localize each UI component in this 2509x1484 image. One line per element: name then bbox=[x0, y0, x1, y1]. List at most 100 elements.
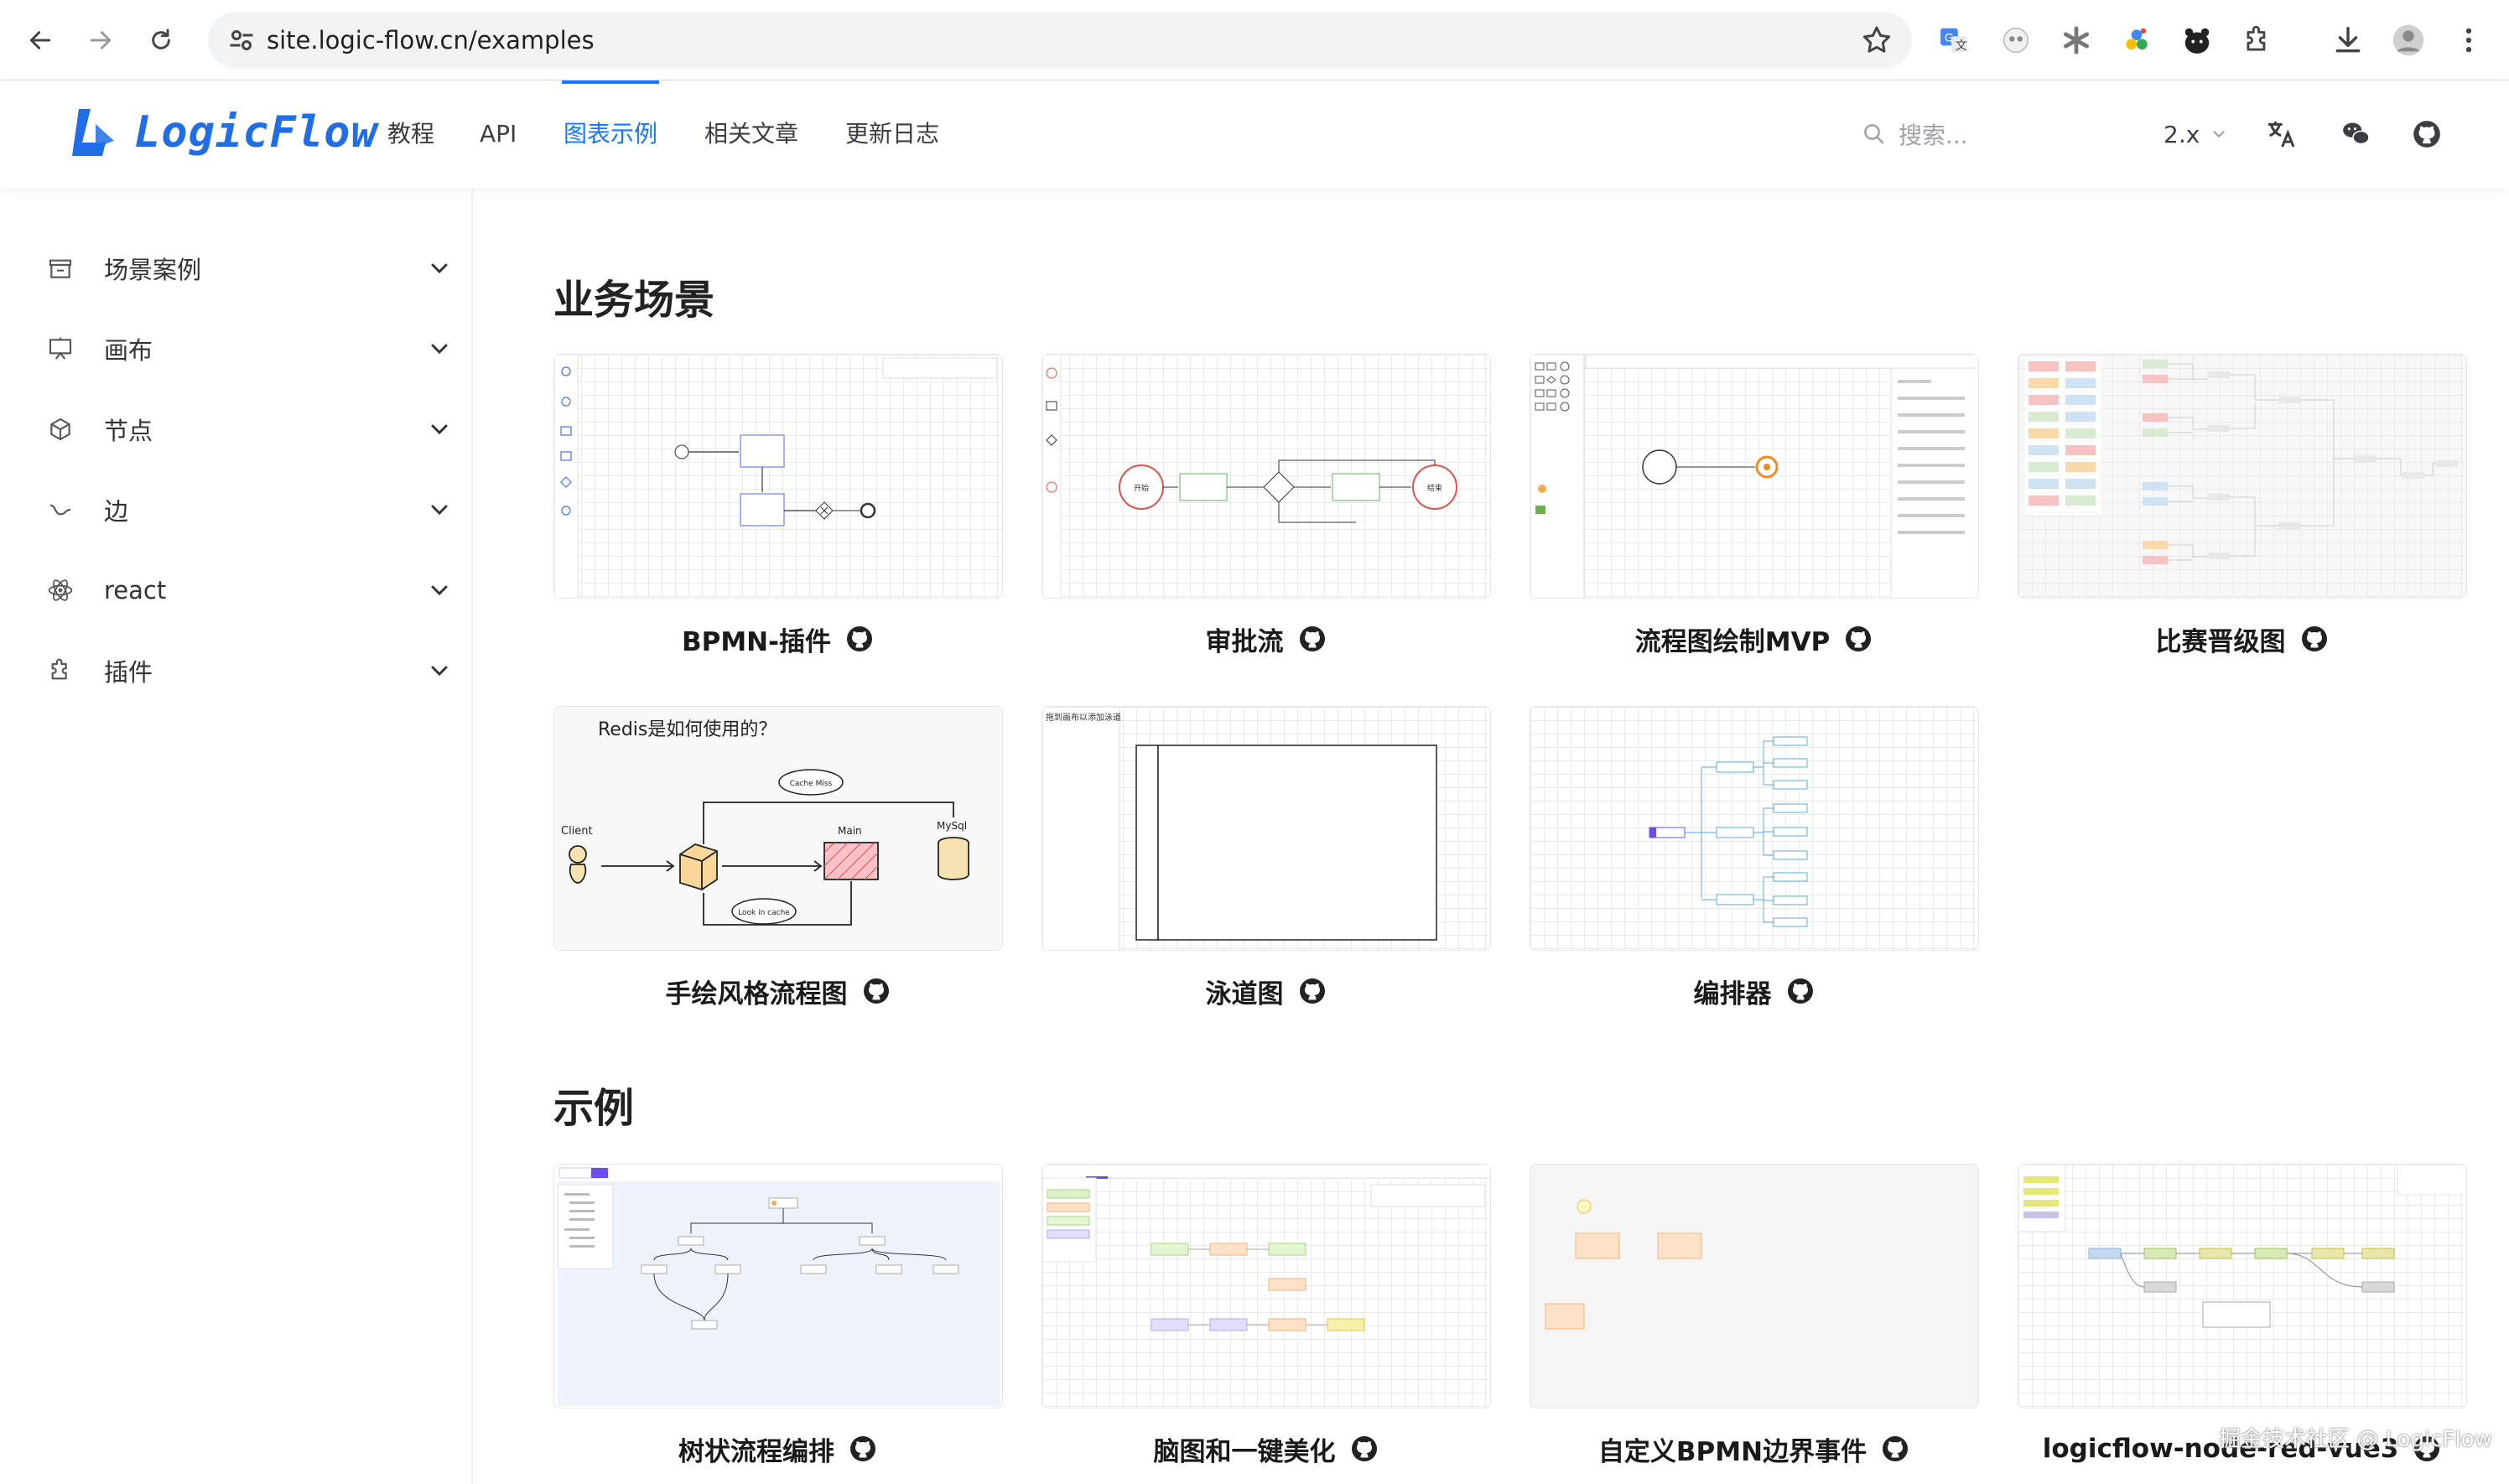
browser-menu-icon[interactable] bbox=[2449, 20, 2489, 60]
asterisk-extension-icon[interactable] bbox=[2056, 20, 2096, 60]
card-thumbnail[interactable] bbox=[2018, 354, 2467, 599]
panda-extension-icon[interactable] bbox=[1996, 20, 2036, 60]
github-icon[interactable] bbox=[848, 1434, 878, 1464]
address-bar[interactable]: site.logic-flow.cn/examples bbox=[208, 12, 1912, 69]
sidebar-item-plugins[interactable]: 插件 bbox=[42, 646, 453, 696]
mindmap-preview bbox=[1042, 1165, 1490, 1331]
card-caption[interactable]: 树状流程编排 bbox=[553, 1430, 1003, 1467]
nav-changelog[interactable]: 更新日志 bbox=[845, 80, 939, 188]
handdrawn-look-in-cache: Look in cache bbox=[738, 909, 790, 917]
card-thumbnail[interactable]: Redis是如何使用的？ Client Main MySql Cache Mis… bbox=[553, 706, 1003, 951]
search-placeholder: 搜索... bbox=[1899, 122, 1968, 149]
card-caption[interactable]: 比赛晋级图 bbox=[2018, 620, 2467, 657]
github-icon[interactable] bbox=[844, 624, 875, 654]
sidebar-item-canvas[interactable]: 画布 bbox=[42, 324, 453, 374]
forward-button[interactable] bbox=[75, 15, 126, 65]
example-card-approval[interactable]: 开始 结束 审批流 bbox=[1042, 354, 1491, 657]
github-icon[interactable] bbox=[1880, 1434, 1910, 1464]
card-thumbnail[interactable] bbox=[1530, 706, 1979, 951]
github-icon[interactable] bbox=[2407, 114, 2447, 154]
sidebar-item-edges[interactable]: 边 bbox=[42, 485, 453, 535]
reload-button[interactable] bbox=[136, 15, 186, 65]
translate-extension-icon[interactable]: G文 bbox=[1934, 20, 1974, 60]
approval-preview: 开始 结束 bbox=[1042, 355, 1457, 598]
card-caption[interactable]: 流程图绘制MVP bbox=[1530, 620, 1979, 657]
github-icon[interactable] bbox=[2299, 624, 2330, 654]
approval-end-label: 结束 bbox=[1427, 483, 1442, 493]
bookmark-star-icon[interactable] bbox=[1860, 23, 1893, 57]
card-thumbnail[interactable] bbox=[2018, 1164, 2467, 1409]
card-caption[interactable]: 审批流 bbox=[1042, 620, 1491, 657]
github-icon[interactable] bbox=[861, 976, 891, 1006]
card-title: 审批流 bbox=[1205, 626, 1284, 657]
card-thumbnail[interactable] bbox=[1530, 1164, 1979, 1409]
extensions-puzzle-icon[interactable] bbox=[2237, 20, 2278, 60]
card-caption[interactable]: 手绘风格流程图 bbox=[553, 973, 1003, 1009]
cube-icon bbox=[42, 411, 79, 448]
bear-extension-icon[interactable] bbox=[2177, 20, 2217, 60]
nav-tutorial[interactable]: 教程 bbox=[387, 80, 434, 188]
chevron-down-icon bbox=[431, 344, 448, 355]
store-icon bbox=[42, 250, 79, 287]
card-title: 手绘风格流程图 bbox=[665, 978, 848, 1009]
card-caption[interactable]: 编排器 bbox=[1530, 973, 1979, 1009]
nav-api[interactable]: API bbox=[480, 80, 517, 188]
nav-articles[interactable]: 相关文章 bbox=[704, 80, 798, 188]
tree-flow-preview bbox=[557, 1167, 1000, 1406]
github-icon[interactable] bbox=[1297, 624, 1327, 654]
search-input[interactable]: 搜索... bbox=[1862, 114, 1968, 154]
sidebar-item-nodes[interactable]: 节点 bbox=[42, 404, 453, 454]
logo[interactable]: LogicFlow bbox=[70, 106, 378, 159]
example-card-node-red[interactable]: logicflow-node-red-vue3 bbox=[2018, 1164, 2467, 1464]
card-caption[interactable]: 泳道图 bbox=[1042, 973, 1491, 1009]
puzzle-icon bbox=[42, 652, 79, 689]
language-switch-icon[interactable] bbox=[2261, 114, 2301, 154]
edge-icon bbox=[42, 491, 79, 528]
logo-text: LogicFlow bbox=[134, 107, 378, 158]
sidebar-item-react[interactable]: react bbox=[42, 565, 453, 615]
card-title: 编排器 bbox=[1693, 978, 1772, 1009]
nav-examples[interactable]: 图表示例 bbox=[561, 80, 660, 188]
version-select[interactable]: 2.x bbox=[2164, 114, 2228, 154]
example-card-bpmn[interactable]: BPMN-插件 bbox=[553, 354, 1003, 657]
react-icon bbox=[42, 572, 79, 609]
profile-avatar[interactable] bbox=[2388, 20, 2428, 60]
card-thumbnail[interactable] bbox=[553, 1164, 1003, 1409]
github-icon[interactable] bbox=[1297, 976, 1327, 1006]
card-thumbnail[interactable]: 开始 结束 bbox=[1042, 354, 1491, 599]
github-icon[interactable] bbox=[1785, 976, 1816, 1006]
approval-start-label: 开始 bbox=[1134, 483, 1149, 493]
example-card-boundary-event[interactable]: 自定义BPMN边界事件 bbox=[1530, 1164, 1979, 1467]
example-card-handdrawn[interactable]: Redis是如何使用的？ Client Main MySql Cache Mis… bbox=[553, 706, 1003, 1009]
example-card-flowchart-mvp[interactable]: 流程图绘制MVP bbox=[1530, 354, 1979, 657]
wechat-icon[interactable] bbox=[2336, 114, 2377, 154]
example-card-swimlane[interactable]: 拖到画布以添加泳道 泳道图 bbox=[1042, 706, 1491, 1009]
card-caption[interactable]: BPMN-插件 bbox=[553, 620, 1003, 657]
card-thumbnail[interactable] bbox=[553, 354, 1003, 599]
github-icon[interactable] bbox=[1843, 624, 1873, 654]
card-title: 泳道图 bbox=[1205, 978, 1284, 1009]
example-card-tree-flow[interactable]: 树状流程编排 bbox=[553, 1164, 1003, 1467]
example-card-orchestrator[interactable]: 编排器 bbox=[1530, 706, 1979, 1009]
card-thumbnail[interactable]: 拖到画布以添加泳道 bbox=[1042, 706, 1491, 951]
back-button[interactable] bbox=[15, 15, 65, 65]
card-thumbnail[interactable] bbox=[1042, 1164, 1491, 1409]
chevron-down-icon bbox=[431, 505, 448, 516]
example-card-mindmap[interactable]: 脑图和一键美化 bbox=[1042, 1164, 1491, 1467]
handdrawn-title: Redis是如何使用的？ bbox=[598, 719, 777, 740]
site-info-icon[interactable] bbox=[226, 25, 257, 55]
card-thumbnail[interactable] bbox=[1530, 354, 1979, 599]
sidebar-item-scenarios[interactable]: 场景案例 bbox=[42, 243, 453, 293]
sidebar-item-label: react bbox=[104, 576, 167, 604]
sidebar-item-label: 节点 bbox=[104, 417, 153, 445]
chevron-down-icon bbox=[431, 666, 448, 677]
example-card-tournament[interactable]: 比赛晋级图 bbox=[2018, 354, 2467, 657]
download-icon[interactable] bbox=[2328, 20, 2368, 60]
colorful-extension-icon[interactable] bbox=[2117, 20, 2157, 60]
card-caption[interactable]: 脑图和一键美化 bbox=[1042, 1430, 1491, 1467]
sidebar-item-label: 边 bbox=[104, 497, 129, 526]
github-icon[interactable] bbox=[1349, 1434, 1379, 1464]
watermark: 掘金技术社区 @ LogicFlow bbox=[2219, 1427, 2492, 1452]
card-caption[interactable]: 自定义BPMN边界事件 bbox=[1530, 1430, 1979, 1467]
card-title: 自定义BPMN边界事件 bbox=[1597, 1436, 1867, 1467]
